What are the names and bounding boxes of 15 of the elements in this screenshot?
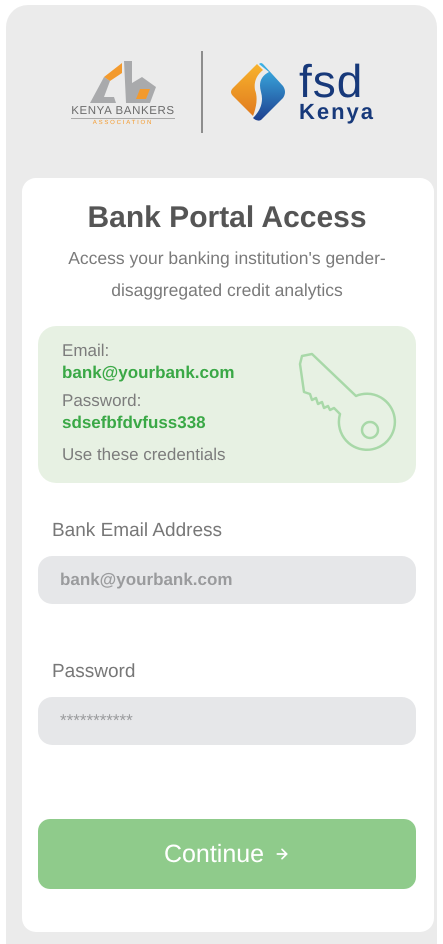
- email-field[interactable]: bank@yourbank.com: [38, 556, 416, 604]
- page-title: Bank Portal Access: [86, 200, 368, 236]
- subtitle: Access your banking institution's gender-disaggregated credit analytics: [67, 247, 387, 302]
- password-value: sdsefbfdvfuss338: [62, 412, 206, 434]
- field-label: Password: [52, 660, 136, 684]
- password-label: Password:: [62, 390, 142, 412]
- logo-text: fsd: [298, 60, 364, 100]
- password-field[interactable]: ***********: [38, 697, 416, 745]
- email-value: bank@yourbank.com: [62, 362, 234, 384]
- credentials-note: Use these credentials: [62, 444, 226, 466]
- logo-subtext: Kenya: [298, 100, 376, 122]
- email-label: Email:: [62, 340, 110, 362]
- field-label: Bank Email Address: [52, 519, 222, 543]
- logo-text: KENYA BANKERS: [71, 105, 175, 119]
- arrow-icon: [274, 846, 290, 862]
